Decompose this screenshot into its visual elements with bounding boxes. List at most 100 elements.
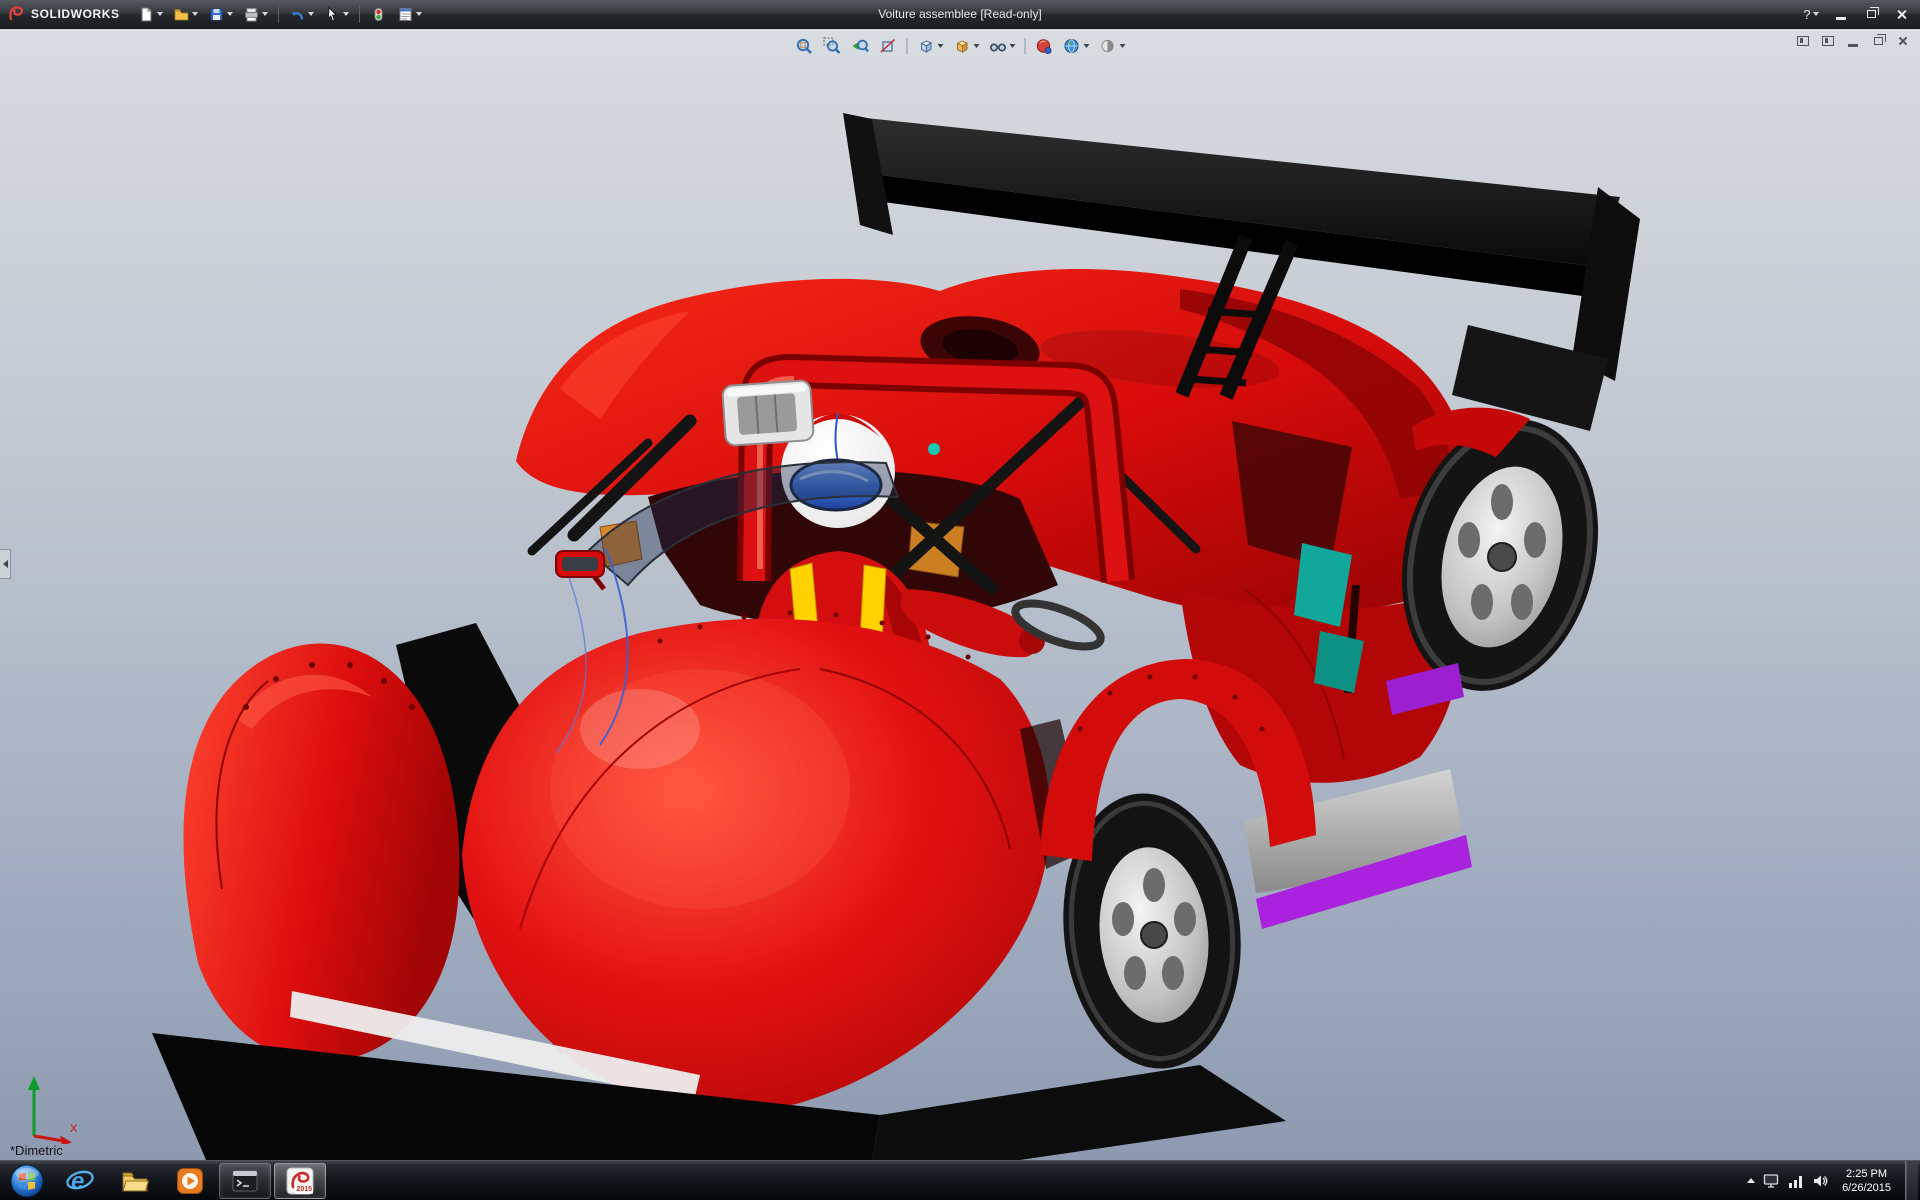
view-orientation-icon: [920, 40, 933, 53]
edit-appearance-button[interactable]: [1032, 34, 1057, 58]
file-properties-button[interactable]: [393, 2, 426, 26]
windows-start-icon: [10, 1164, 44, 1197]
intake-scoop: [721, 379, 815, 447]
open-folder-icon: [174, 8, 189, 20]
document-minimize-button[interactable]: [1844, 33, 1862, 49]
document-restore-button[interactable]: [1869, 33, 1887, 49]
close-icon: [1898, 36, 1908, 46]
title-bar: SOLIDWORKS Voiture assemblee [Read-only]…: [0, 0, 1920, 29]
view-orientation-button[interactable]: [914, 34, 947, 58]
tray-network-icon[interactable]: [1788, 1173, 1804, 1189]
taskbar-windows-explorer[interactable]: [109, 1163, 161, 1199]
window-controls: ?: [1798, 4, 1914, 24]
toolbar-separator: [358, 5, 360, 23]
open-document-button[interactable]: [169, 2, 202, 26]
toolbar-separator: [906, 38, 908, 54]
system-tray: 2:25 PM 6/26/2015: [1747, 1160, 1920, 1200]
zoom-to-area-button[interactable]: [820, 34, 845, 58]
previous-view-button[interactable]: [848, 34, 873, 58]
zoom-to-fit-button[interactable]: [792, 34, 817, 58]
dropdown-caret: [1083, 44, 1090, 48]
pane-split-icon: [1797, 36, 1809, 46]
undo-icon: [291, 11, 303, 20]
display-style-button[interactable]: [950, 34, 983, 58]
close-button[interactable]: [1888, 4, 1914, 24]
pane-split-button[interactable]: [1794, 33, 1812, 49]
3d-scene[interactable]: [0, 29, 1920, 1160]
dropdown-caret: [1009, 44, 1016, 48]
orientation-triad: X: [28, 1076, 78, 1144]
minimize-icon: [1836, 16, 1846, 20]
help-glyph: ?: [1803, 6, 1811, 22]
dropdown-caret: [415, 12, 422, 16]
solidworks-logo-icon: [9, 6, 24, 21]
main-toolbar: [134, 2, 426, 26]
taskbar-solidworks[interactable]: 2015: [274, 1163, 326, 1199]
taskbar-clock[interactable]: 2:25 PM 6/26/2015: [1836, 1167, 1897, 1195]
dropdown-caret: [1812, 12, 1819, 16]
taskbar-apps: e 2015: [54, 1161, 326, 1200]
tray-date: 6/26/2015: [1842, 1181, 1891, 1194]
tray-expand-button[interactable]: [1747, 1178, 1756, 1183]
tray-display-icon[interactable]: [1763, 1173, 1780, 1189]
restore-button[interactable]: [1858, 4, 1884, 24]
graphics-area[interactable]: X *Dimetric: [0, 29, 1920, 1160]
dropdown-caret: [226, 12, 233, 16]
pane-expand-icon: [1822, 36, 1834, 46]
zoom-to-area-icon: [823, 37, 841, 54]
previous-view-icon: [852, 39, 869, 53]
dropdown-caret: [156, 12, 163, 16]
solidworks-window: SOLIDWORKS Voiture assemblee [Read-only]…: [0, 0, 1920, 1200]
taskbar-media-player[interactable]: [164, 1163, 216, 1199]
help-button[interactable]: ?: [1798, 4, 1824, 24]
toolbar-separator: [1024, 38, 1026, 54]
window-title: Voiture assemblee [Read-only]: [878, 7, 1042, 21]
toolbar-separator: [277, 5, 279, 23]
show-desktop-button[interactable]: [1905, 1160, 1918, 1200]
solidworks-version-badge: 2015: [295, 1186, 313, 1194]
new-document-button[interactable]: [134, 2, 167, 26]
taskbar-internet-explorer[interactable]: e: [54, 1163, 106, 1199]
display-style-icon: [956, 40, 969, 53]
rebuild-button[interactable]: [366, 2, 391, 26]
apply-scene-button[interactable]: [1060, 34, 1093, 58]
save-button[interactable]: [204, 2, 237, 26]
tray-volume-icon[interactable]: [1812, 1173, 1828, 1189]
start-button[interactable]: [0, 1161, 54, 1200]
tray-time: 2:25 PM: [1846, 1167, 1888, 1180]
dropdown-caret: [937, 44, 944, 48]
dropdown-caret: [307, 12, 314, 16]
rebuild-icon: [374, 7, 383, 21]
print-icon: [244, 7, 258, 21]
internet-explorer-icon: e: [66, 1168, 94, 1195]
x-axis-label: X: [70, 1123, 78, 1135]
dropdown-caret: [261, 12, 268, 16]
hide-show-items-button[interactable]: [986, 34, 1019, 58]
pane-expand-button[interactable]: [1819, 33, 1837, 49]
new-document-icon: [141, 7, 152, 21]
brand-name: SOLIDWORKS: [31, 7, 120, 21]
view-orientation-label: *Dimetric: [10, 1143, 63, 1158]
minimize-button[interactable]: [1828, 4, 1854, 24]
media-player-icon: [177, 1168, 203, 1194]
select-button[interactable]: [320, 2, 353, 26]
document-close-button[interactable]: [1894, 33, 1912, 49]
file-properties-icon: [399, 7, 412, 21]
dropdown-caret: [973, 44, 980, 48]
print-button[interactable]: [239, 2, 272, 26]
network-icon: [1789, 1175, 1803, 1188]
dropdown-caret: [191, 12, 198, 16]
section-view-icon: [880, 38, 896, 53]
feature-pane-toggle[interactable]: [0, 549, 11, 580]
solidworks-logo: SOLIDWORKS: [6, 4, 120, 24]
taskbar-command-prompt[interactable]: [219, 1163, 271, 1199]
section-view-button[interactable]: [876, 34, 901, 58]
view-settings-icon: [1101, 39, 1114, 53]
undo-button[interactable]: [285, 2, 318, 26]
command-prompt-icon: [232, 1170, 258, 1192]
view-settings-button[interactable]: [1096, 34, 1129, 58]
folder-icon: [122, 1172, 150, 1192]
minimize-icon: [1848, 43, 1858, 47]
edit-appearance-icon: [1036, 39, 1052, 54]
restore-icon: [1873, 34, 1886, 45]
